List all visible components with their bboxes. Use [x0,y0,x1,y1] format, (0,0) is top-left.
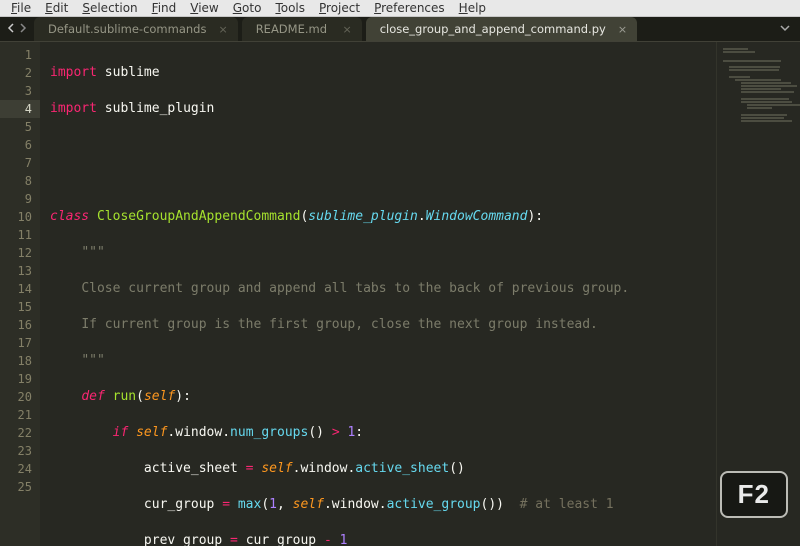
menu-help[interactable]: Help [452,0,493,16]
close-icon[interactable]: × [206,23,227,36]
menu-tools[interactable]: Tools [268,0,312,16]
tab-label: close_group_and_append_command.py [380,22,606,36]
tab-history-nav [4,18,34,41]
nav-back-icon[interactable] [6,18,16,37]
tab-close-group-command[interactable]: close_group_and_append_command.py × [366,17,637,41]
menu-project[interactable]: Project [312,0,367,16]
editor: 123 4 5678910 1112131415 1617181920 2122… [0,42,800,546]
tab-label: README.md [256,22,327,36]
line-number-gutter: 123 4 5678910 1112131415 1617181920 2122… [0,42,40,546]
menu-view[interactable]: View [183,0,225,16]
tab-label: Default.sublime-commands [48,22,206,36]
nav-forward-icon[interactable] [18,18,28,37]
close-icon[interactable]: × [330,23,351,36]
tab-default-commands[interactable]: Default.sublime-commands × [34,17,238,41]
menu-edit[interactable]: Edit [38,0,75,16]
menu-find[interactable]: Find [145,0,184,16]
menu-selection[interactable]: Selection [75,0,144,16]
menu-bar: File Edit Selection Find View Goto Tools… [0,0,800,17]
menu-goto[interactable]: Goto [226,0,269,16]
tab-readme[interactable]: README.md × [242,17,362,41]
code-area[interactable]: import sublime import sublime_plugin cla… [40,42,716,546]
close-icon[interactable]: × [606,23,627,36]
keypress-overlay: F2 [720,471,788,518]
menu-file[interactable]: File [4,0,38,16]
tab-strip: Default.sublime-commands × README.md × c… [0,17,800,42]
tab-overflow-icon[interactable] [776,18,796,41]
menu-preferences[interactable]: Preferences [367,0,452,16]
